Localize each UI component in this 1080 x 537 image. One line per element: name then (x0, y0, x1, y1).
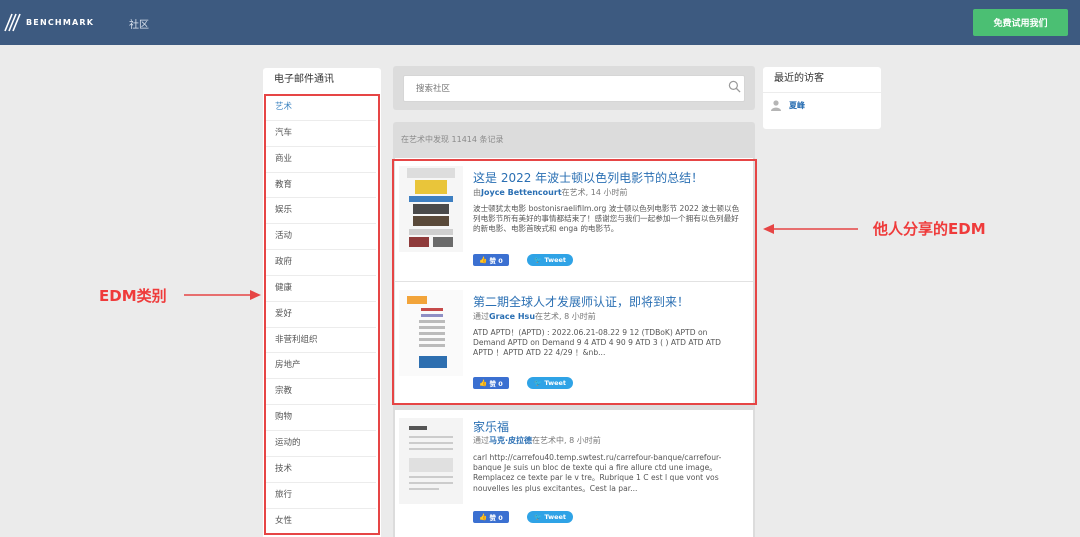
result-card[interactable]: 第二期全球人才发展师认证，即将到来！ 通过Grace Hsu在艺术, 8 小时前… (395, 282, 753, 404)
result-title[interactable]: 这是 2022 年波士顿以色列电影节的总结！ (473, 169, 703, 186)
author-link[interactable]: Joyce Bettencourt (481, 188, 562, 197)
twitter-bird-icon: 🐦 (533, 379, 543, 387)
category-item-health[interactable]: 健康 (266, 276, 376, 302)
meta-prefix: 通过 (473, 312, 489, 321)
meta-prefix: 通过 (473, 436, 489, 445)
result-title[interactable]: 家乐福 (473, 418, 509, 435)
author-link[interactable]: 马克·皮拉德 (489, 436, 532, 445)
thumbs-up-icon: 👍 (479, 379, 488, 387)
thumbs-up-icon: 👍 (479, 513, 488, 521)
recent-visitors-panel: 最近的访客 夏峰 (763, 67, 881, 129)
category-item-religion[interactable]: 宗教 (266, 379, 376, 406)
facebook-like-button[interactable]: 👍 赞 0 (473, 254, 509, 266)
logo-text: BENCHMARK (26, 17, 95, 27)
result-excerpt: ATD APTD！(APTD) : 2022.06.21-08.22 9 12 … (473, 328, 721, 358)
twitter-bird-icon: 🐦 (533, 256, 543, 264)
annotation-arrow-left (763, 224, 858, 234)
benchmark-logo[interactable]: BENCHMARK (4, 11, 94, 33)
category-sidebar: 电子邮件通讯 艺术 汽车 商业 教育 娱乐 活动 政府 健康 爱好 非营利组织 … (263, 68, 381, 537)
visitor-name[interactable]: 夏峰 (789, 100, 805, 111)
email-thumbnail[interactable] (399, 290, 463, 376)
category-item-government[interactable]: 政府 (266, 250, 376, 276)
like-label: 赞 0 (489, 514, 503, 522)
results-count: 在艺术中发现 11414 条记录 (401, 135, 504, 144)
category-item-sports[interactable]: 运动的 (266, 431, 376, 457)
category-item-events[interactable]: 活动 (266, 224, 376, 251)
facebook-like-button[interactable]: 👍 赞 0 (473, 511, 509, 523)
nav-community-link[interactable]: 社区 (129, 16, 149, 31)
tweet-label: Tweet (544, 513, 566, 521)
email-thumbnail[interactable] (399, 418, 463, 504)
category-item-education[interactable]: 教育 (266, 173, 376, 199)
meta-suffix: 在艺术, 8 小时前 (535, 312, 596, 321)
category-item-arts[interactable]: 艺术 (266, 95, 376, 121)
visitor-item[interactable]: 夏峰 (771, 100, 805, 111)
meta-prefix: 由 (473, 188, 481, 197)
tweet-label: Tweet (544, 379, 566, 387)
annotation-arrow-right (184, 290, 261, 300)
category-item-shopping[interactable]: 购物 (266, 405, 376, 431)
meta-suffix: 在艺术, 14 小时前 (561, 188, 628, 197)
category-item-business[interactable]: 商业 (266, 147, 376, 173)
result-card[interactable]: 这是 2022 年波士顿以色列电影节的总结！ 由Joyce Bettencour… (395, 158, 753, 281)
edm-category-annotation: EDM类别 (99, 287, 167, 305)
tweet-button[interactable]: 🐦 Tweet (527, 511, 573, 523)
tweet-label: Tweet (544, 256, 566, 264)
category-list: 艺术 汽车 商业 教育 娱乐 活动 政府 健康 爱好 非营利组织 房地产 宗教 … (263, 95, 381, 535)
like-label: 赞 0 (489, 380, 503, 388)
sidebar-title: 电子邮件通讯 (274, 74, 334, 85)
result-card[interactable]: 家乐福 通过马克·皮拉德在艺术中, 8 小时前 carl http://carr… (395, 410, 753, 537)
free-trial-button[interactable]: 免费试用我们 (973, 9, 1068, 36)
shared-edm-annotation: 他人分享的EDM (873, 220, 986, 238)
category-item-women[interactable]: 女性 (266, 509, 376, 535)
recent-visitors-title: 最近的访客 (763, 67, 881, 93)
tweet-button[interactable]: 🐦 Tweet (527, 377, 573, 389)
search-icon[interactable] (728, 80, 741, 93)
email-thumbnail[interactable] (399, 166, 463, 252)
top-navigation-bar: BENCHMARK 社区 免费试用我们 (0, 0, 1080, 45)
result-meta: 通过Grace Hsu在艺术, 8 小时前 (473, 311, 596, 322)
benchmark-logo-icon (4, 13, 21, 32)
tweet-button[interactable]: 🐦 Tweet (527, 254, 573, 266)
category-item-travel[interactable]: 旅行 (266, 483, 376, 509)
meta-suffix: 在艺术中, 8 小时前 (532, 436, 601, 445)
facebook-like-button[interactable]: 👍 赞 0 (473, 377, 509, 389)
twitter-bird-icon: 🐦 (533, 513, 543, 521)
result-meta: 由Joyce Bettencourt在艺术, 14 小时前 (473, 187, 627, 198)
result-excerpt: carl http://carrefou40.temp.swtest.ru/ca… (473, 453, 722, 493)
category-item-entertainment[interactable]: 娱乐 (266, 198, 376, 225)
result-meta: 通过马克·皮拉德在艺术中, 8 小时前 (473, 435, 601, 446)
results-panel: 在艺术中发现 11414 条记录 这是 2022 年波士顿以色列电影节的总结！ … (393, 122, 755, 537)
category-item-hobbies[interactable]: 爱好 (266, 302, 376, 328)
search-bar-container (393, 66, 755, 110)
category-item-real-estate[interactable]: 房地产 (266, 353, 376, 380)
category-item-nonprofit[interactable]: 非营利组织 (266, 328, 376, 354)
author-link[interactable]: Grace Hsu (489, 312, 535, 321)
result-excerpt: 波士顿犹太电影 bostonisraelifilm.org 波士顿以色列电影节 … (473, 204, 740, 234)
thumbs-up-icon: 👍 (479, 256, 488, 264)
category-item-technology[interactable]: 技术 (266, 457, 376, 483)
category-item-auto[interactable]: 汽车 (266, 121, 376, 147)
user-avatar-icon (771, 100, 781, 111)
result-title[interactable]: 第二期全球人才发展师认证，即将到来！ (473, 293, 689, 310)
search-input[interactable] (403, 75, 745, 102)
like-label: 赞 0 (489, 257, 503, 265)
